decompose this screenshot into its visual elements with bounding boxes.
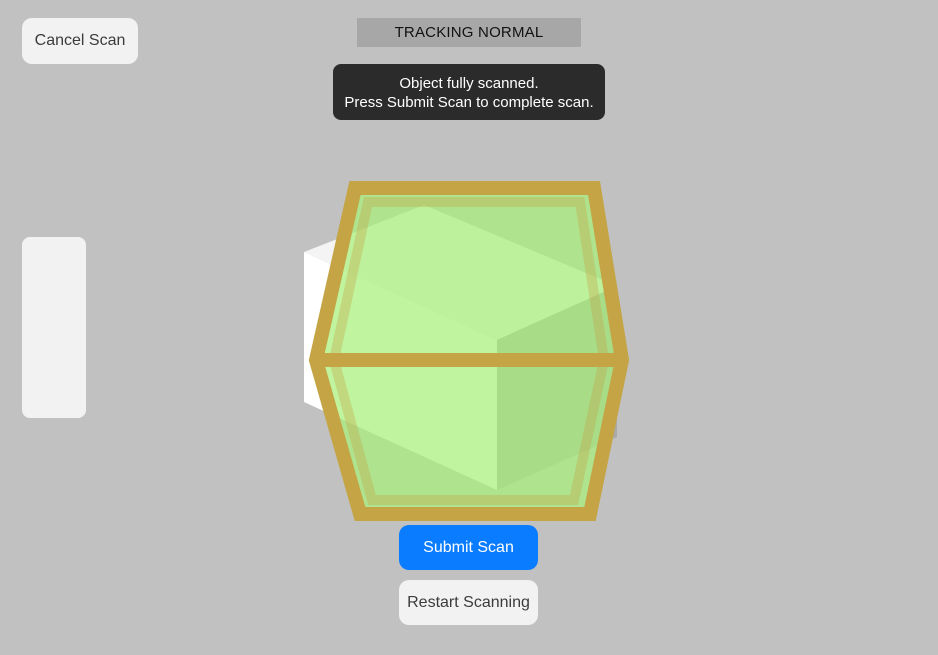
toast-line-2: Press Submit Scan to complete scan. (344, 94, 594, 111)
scan-coverage (316, 188, 622, 514)
cancel-scan-button[interactable]: Cancel Scan (22, 18, 138, 64)
toast-line-1: Object fully scanned. (399, 75, 539, 92)
object-right-face (497, 286, 617, 490)
side-panel (22, 237, 86, 418)
object-left-face (304, 252, 497, 490)
submit-scan-button[interactable]: Submit Scan (399, 525, 538, 570)
scan-coverage-front (316, 188, 622, 514)
bounding-box-frame (308, 181, 630, 521)
object-top-face (304, 205, 617, 340)
instruction-toast: Object fully scanned. Press Submit Scan … (333, 64, 605, 120)
scan-coverage-back-frame (328, 197, 610, 505)
scanned-object (304, 205, 617, 490)
tracking-status-label: TRACKING NORMAL (357, 18, 581, 47)
restart-scanning-button[interactable]: Restart Scanning (399, 580, 538, 625)
bounding-box-outline (308, 181, 630, 521)
